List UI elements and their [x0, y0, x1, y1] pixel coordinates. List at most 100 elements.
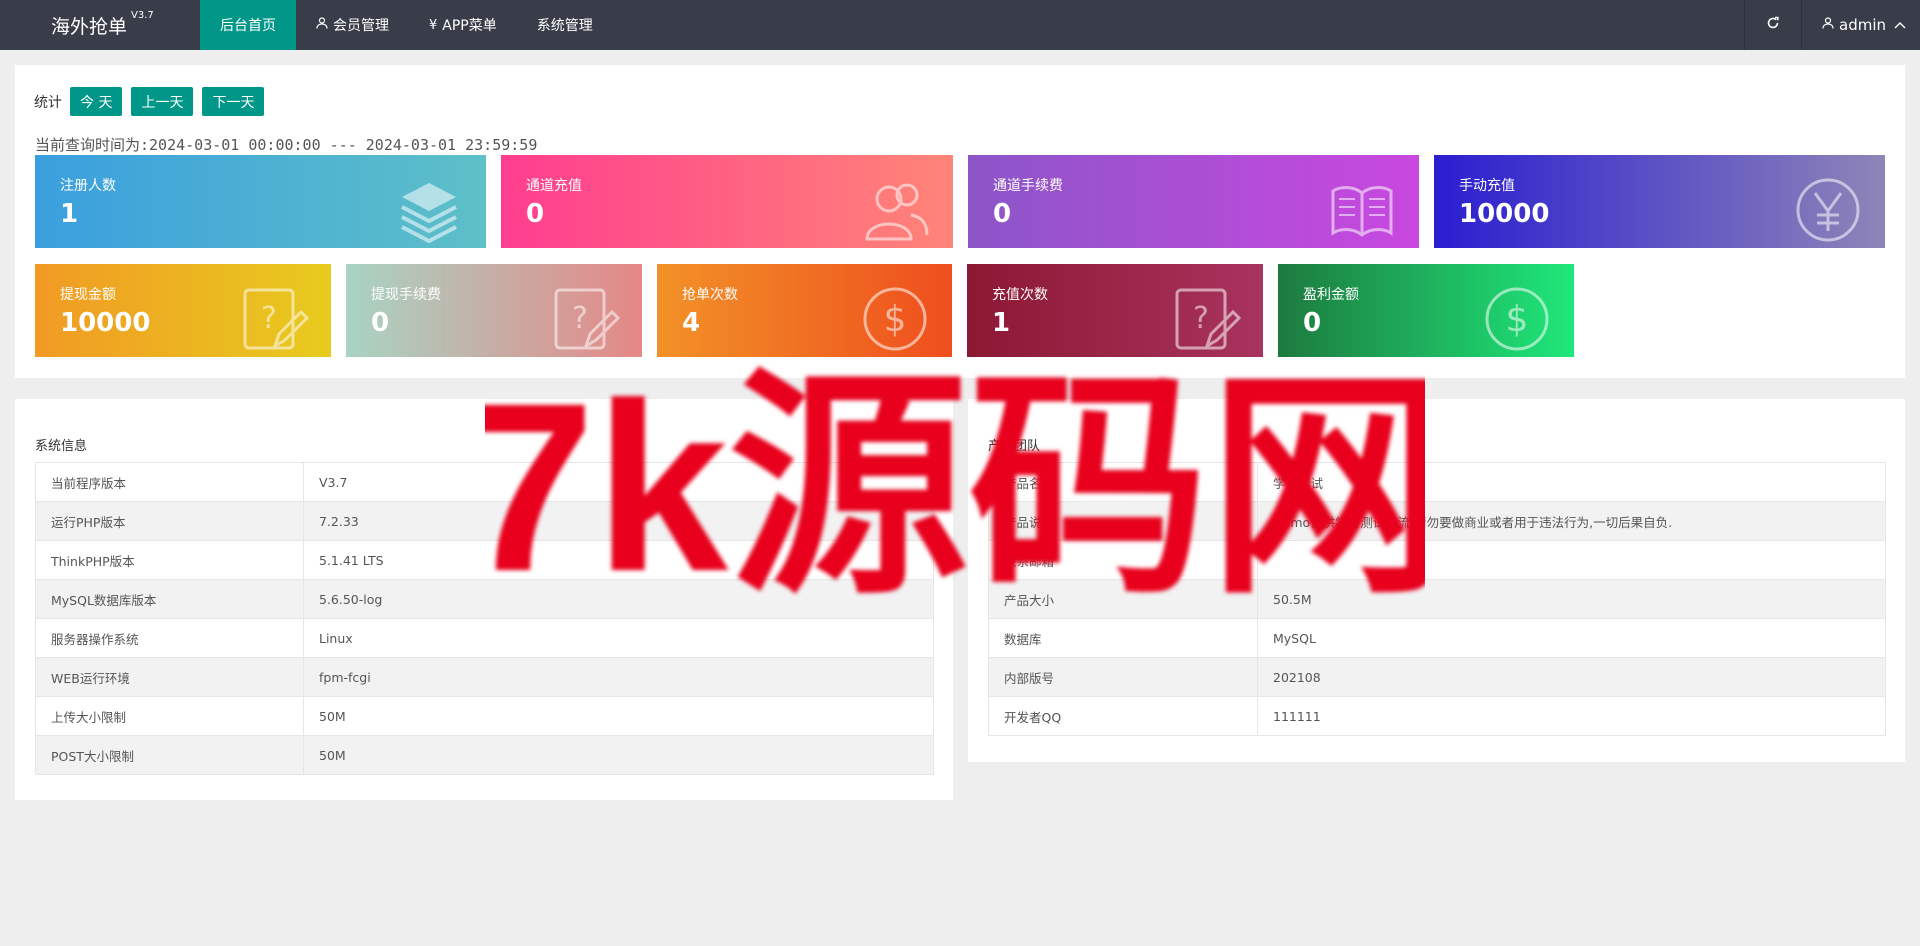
row-value: 111111	[1257, 696, 1886, 736]
system-info-table: 当前程序版本 V3.7 运行PHP版本 7.2.33 ThinkPHP版本 5.1.41 …	[35, 462, 934, 775]
stat-card: 充值次数 1?	[967, 264, 1263, 357]
stat-card-value: 0	[993, 199, 1012, 229]
row-value: 202108	[1257, 657, 1886, 697]
topbar-right: admin	[1744, 0, 1920, 50]
brand-logo[interactable]: 海外抢单 V3.7	[0, 10, 200, 39]
dollar-circle-icon: $	[1482, 284, 1552, 354]
stats-panel: 统计 今 天 上一天 下一天 当前查询时间为:2024-03-01 00:00:…	[15, 65, 1905, 378]
table-row: 当前程序版本 V3.7	[35, 462, 934, 502]
row-value	[1257, 540, 1886, 580]
table-row: WEB运行环境 fpm-fcgi	[35, 657, 934, 697]
row-label: 内部版号	[988, 657, 1258, 697]
row-value: fpm-fcgi	[303, 657, 934, 697]
stat-card-title: 注册人数	[60, 178, 116, 194]
row-value: V3.7	[303, 462, 934, 502]
nav-item-dashboard[interactable]: 后台首页	[200, 0, 296, 50]
product-team-panel: 产品团队 产品名称 学习测试 产品说明 Demo仅供学习测试交流,请勿要做商业或者用于…	[968, 399, 1905, 762]
nav-item-system[interactable]: 系统管理	[517, 0, 613, 50]
table-row: 产品大小 50.5M	[988, 579, 1886, 619]
user-menu[interactable]: admin	[1801, 0, 1920, 50]
stat-card-value: 10000	[60, 308, 151, 338]
row-label: 服务器操作系统	[35, 618, 304, 658]
stat-card: 注册人数 1	[35, 155, 486, 248]
svg-text:$: $	[884, 299, 907, 340]
stat-card-value: 0	[1303, 308, 1322, 338]
table-row: 开发者QQ 111111	[988, 696, 1886, 736]
row-value: 5.6.50-log	[303, 579, 934, 619]
table-row: 数据库 MySQL	[988, 618, 1886, 658]
stat-card-title: 手动充值	[1459, 178, 1515, 194]
row-value: MySQL	[1257, 618, 1886, 658]
nav-item-label: 会员管理	[333, 18, 389, 34]
table-row: ThinkPHP版本 5.1.41 LTS	[35, 540, 934, 580]
stats-toolbar: 统计 今 天 上一天 下一天	[34, 87, 273, 116]
row-value: 7.2.33	[303, 501, 934, 541]
stat-card-value: 4	[682, 308, 701, 338]
row-label: 产品名称	[988, 462, 1258, 502]
row-value: 5.1.41 LTS	[303, 540, 934, 580]
stat-card-title: 盈利金额	[1303, 287, 1359, 303]
row-value: Linux	[303, 618, 934, 658]
yen-circle-icon	[1793, 175, 1863, 245]
row-value: 50M	[303, 735, 934, 775]
system-info-title: 系统信息	[35, 439, 88, 454]
row-label: 产品大小	[988, 579, 1258, 619]
svg-text:?: ?	[1193, 301, 1209, 336]
row-label: 运行PHP版本	[35, 501, 304, 541]
prev-day-button[interactable]: 上一天	[131, 87, 194, 116]
row-label: 数据库	[988, 618, 1258, 658]
stat-card: 提现手续费 0?	[346, 264, 642, 357]
stat-card-title: 通道手续费	[993, 178, 1063, 194]
stat-card-title: 充值次数	[992, 287, 1048, 303]
dollar-circle-icon: $	[860, 284, 930, 354]
book-icon	[1327, 175, 1397, 245]
row-label: ThinkPHP版本	[35, 540, 304, 580]
brand-name: 海外抢单	[51, 15, 128, 38]
table-row: POST大小限制 50M	[35, 735, 934, 775]
stat-card-value: 0	[526, 199, 545, 229]
stat-card-title: 提现手续费	[371, 287, 441, 303]
nav-item-label: 系统管理	[536, 18, 593, 34]
row-value: 学习测试	[1257, 462, 1886, 502]
question-edit-icon: ?	[1171, 284, 1242, 354]
nav-item-app-menu[interactable]: ¥ APP菜单	[409, 0, 517, 50]
stat-card-value: 0	[371, 308, 390, 338]
stat-card: 通道充值 0	[501, 155, 953, 248]
user-icon	[316, 17, 328, 33]
users-icon	[861, 175, 931, 245]
row-label: 上传大小限制	[35, 696, 304, 736]
svg-text:?: ?	[261, 301, 277, 336]
nav-item-members[interactable]: 会员管理	[296, 0, 409, 50]
stat-card: 手动充值 10000	[1434, 155, 1885, 248]
query-range-text: 当前查询时间为:2024-03-01 00:00:00 --- 2024-03-…	[35, 136, 538, 154]
stat-card-title: 提现金额	[60, 287, 116, 303]
question-edit-icon: ?	[239, 284, 310, 354]
nav-item-label: 后台首页	[220, 18, 276, 34]
row-label: POST大小限制	[35, 735, 304, 775]
username: admin	[1839, 16, 1886, 34]
stat-card-value: 1	[60, 199, 79, 229]
system-info-panel: 系统信息 当前程序版本 V3.7 运行PHP版本 7.2.33 ThinkPHP版本 5.…	[15, 399, 953, 800]
top-navbar: 海外抢单 V3.7 后台首页 会员管理 ¥ APP菜单 系统管理 admin	[0, 0, 1920, 50]
stats-label: 统计	[34, 94, 62, 111]
stat-card-value: 1	[992, 308, 1011, 338]
table-row: 上传大小限制 50M	[35, 696, 934, 736]
row-label: 产品说明	[988, 501, 1258, 541]
table-row: 产品说明 Demo仅供学习测试交流,请勿要做商业或者用于违法行为,一切后果自负.	[988, 501, 1886, 541]
main-nav: 后台首页 会员管理 ¥ APP菜单 系统管理	[200, 0, 613, 50]
row-label: 开发者QQ	[988, 696, 1258, 736]
stat-card: 盈利金额 0 $	[1278, 264, 1574, 357]
stat-card-title: 通道充值	[526, 178, 582, 194]
today-button[interactable]: 今 天	[70, 87, 123, 116]
chevron-up-icon	[1894, 18, 1906, 32]
refresh-button[interactable]	[1744, 0, 1801, 50]
nav-item-label: APP菜单	[442, 18, 497, 34]
row-label: 当前程序版本	[35, 462, 304, 502]
row-value: 50.5M	[1257, 579, 1886, 619]
table-row: 服务器操作系统 Linux	[35, 618, 934, 658]
table-row: 内部版号 202108	[988, 657, 1886, 697]
user-icon	[1822, 17, 1834, 33]
next-day-button[interactable]: 下一天	[202, 87, 265, 116]
stat-card-title: 抢单次数	[682, 287, 738, 303]
table-row: MySQL数据库版本 5.6.50-log	[35, 579, 934, 619]
